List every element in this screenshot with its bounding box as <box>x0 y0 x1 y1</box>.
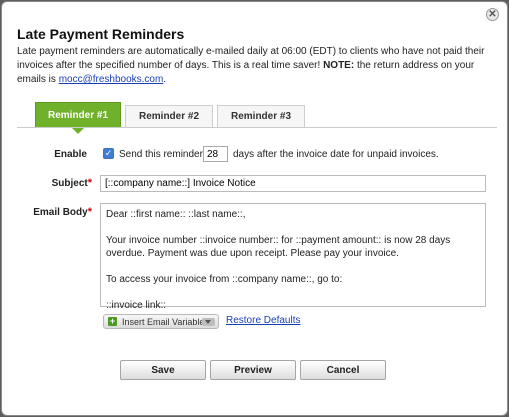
enable-checkbox[interactable]: ✓ <box>103 148 114 159</box>
plus-icon: + <box>108 316 117 326</box>
restore-defaults-link[interactable]: Restore Defaults <box>226 315 300 326</box>
cancel-button[interactable]: Cancel <box>300 360 386 380</box>
intro-period: . <box>163 74 167 85</box>
email-body-textarea[interactable]: Dear ::first name:: ::last name::, Your … <box>100 203 486 311</box>
save-button[interactable]: Save <box>120 360 206 380</box>
insert-variable-label: Insert Email Variable <box>122 316 205 327</box>
chevron-down-icon <box>202 318 215 326</box>
close-icon[interactable]: ✕ <box>486 8 499 21</box>
tab-reminder-2[interactable]: Reminder #2 <box>125 105 213 127</box>
preview-button[interactable]: Preview <box>210 360 296 380</box>
subject-label: Subject* <box>22 177 92 189</box>
tab-reminder-3[interactable]: Reminder #3 <box>217 105 305 127</box>
email-body-label: Email Body* <box>12 206 92 218</box>
dialog-title: Late Payment Reminders <box>17 26 185 42</box>
email-body-label-text: Email Body <box>33 207 88 218</box>
tab-reminder-1[interactable]: Reminder #1 <box>35 102 121 134</box>
subject-required-mark: * <box>87 177 92 189</box>
reminder-tabs: Reminder #1 Reminder #2 Reminder #3 <box>17 102 497 134</box>
note-label: NOTE: <box>323 60 355 71</box>
days-input[interactable] <box>203 146 228 162</box>
tab-divider <box>17 127 497 128</box>
email-body-required-mark: * <box>87 206 92 218</box>
subject-input[interactable] <box>100 175 486 192</box>
send-text-after: days after the invoice date for unpaid i… <box>233 149 439 160</box>
enable-label: Enable <box>54 149 87 160</box>
intro-text: Late payment reminders are automatically… <box>17 45 497 87</box>
insert-email-variable-dropdown[interactable]: + Insert Email Variable <box>103 314 219 329</box>
send-text-before: Send this reminder <box>119 149 203 160</box>
return-email-link[interactable]: mocc@freshbooks.com <box>59 74 164 85</box>
late-payment-dialog: ✕ Late Payment Reminders Late payment re… <box>1 1 508 416</box>
subject-label-text: Subject <box>51 178 88 189</box>
